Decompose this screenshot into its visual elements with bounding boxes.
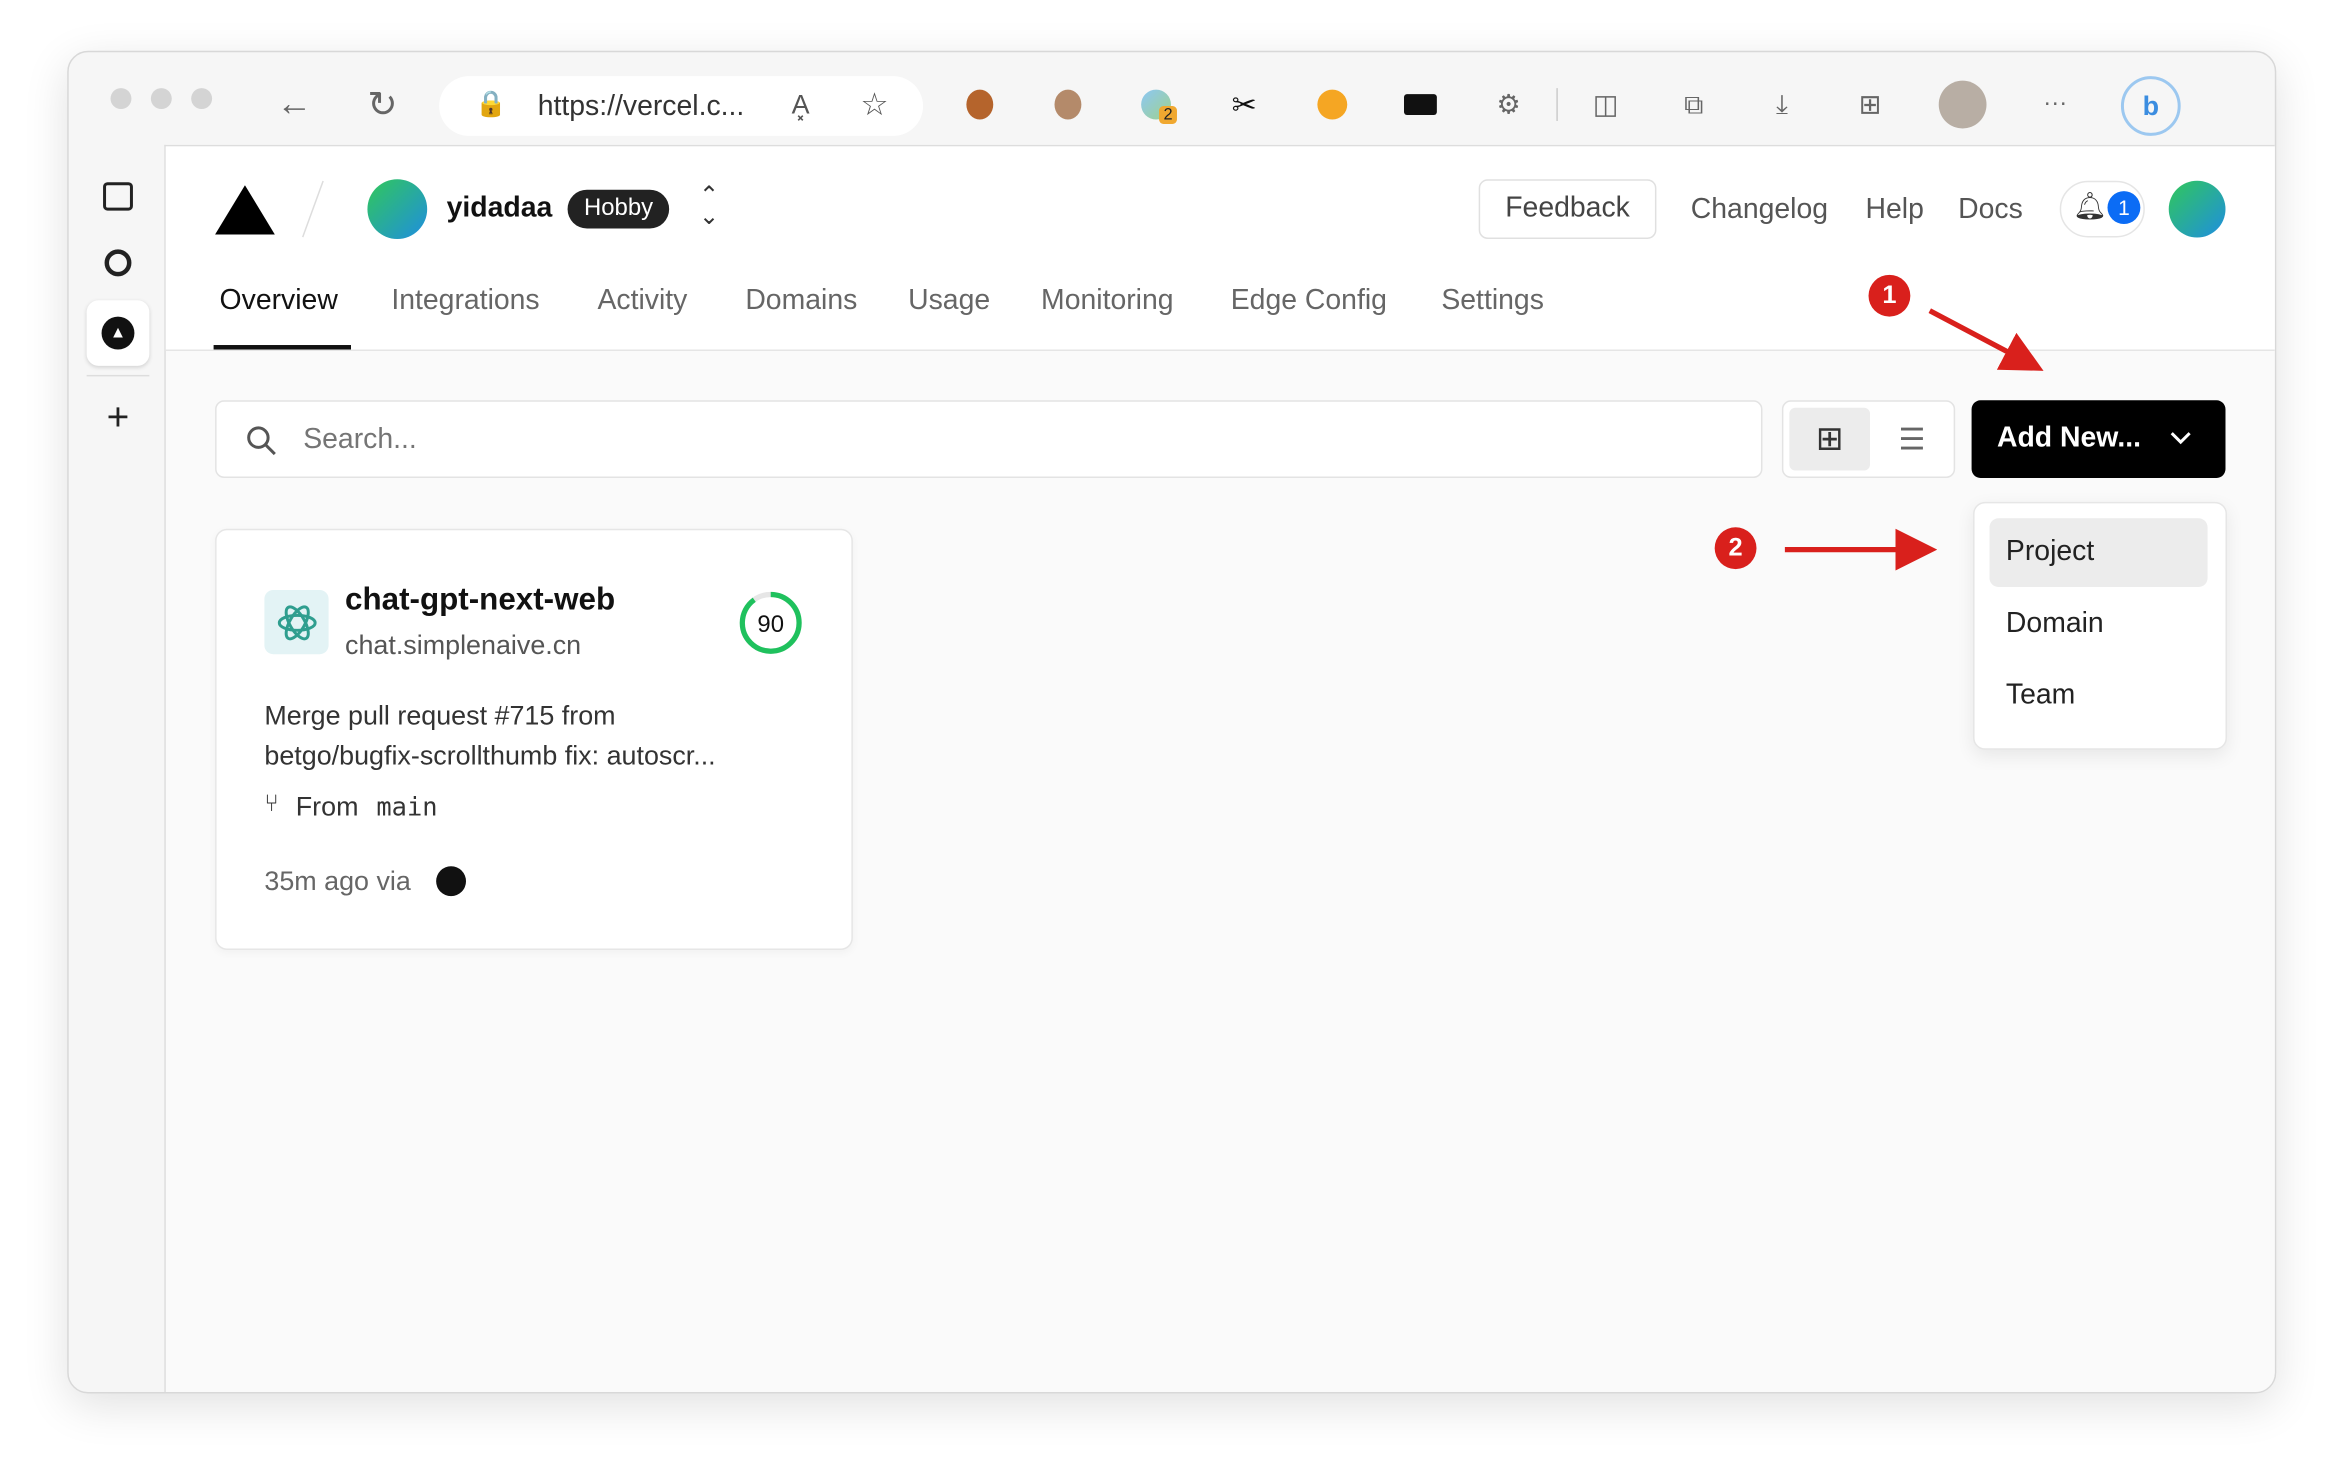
search-bar[interactable] <box>215 400 1763 478</box>
tab-domains[interactable]: Domains <box>745 285 857 318</box>
collections-icon[interactable]: ⧉ <box>1674 85 1713 124</box>
bing-copilot-icon[interactable]: b <box>2120 76 2181 136</box>
tab-integrations[interactable]: Integrations <box>391 285 539 318</box>
add-new-label: Add New... <box>1996 422 2141 455</box>
vercel-tab[interactable]: ▲ <box>86 300 150 366</box>
menu-item-project[interactable]: Project <box>1989 518 2208 587</box>
profile-avatar[interactable] <box>1938 80 1987 129</box>
project-name[interactable]: chat-gpt-next-web <box>345 583 615 619</box>
minimize-window-button[interactable] <box>150 88 172 110</box>
toolbar-divider <box>1556 88 1558 121</box>
commit-message-line1: Merge pull request #715 from <box>264 700 616 731</box>
project-domain[interactable]: chat.simplenaive.cn <box>345 630 581 661</box>
back-icon[interactable]: ← <box>275 84 314 124</box>
active-tab-underline <box>213 345 352 350</box>
url-text: https://vercel.c... <box>537 91 745 123</box>
git-branch-icon: ⑂ <box>264 791 279 818</box>
feedback-button[interactable]: Feedback <box>1478 179 1657 239</box>
extension-globe-icon[interactable]: 2 <box>1137 85 1178 124</box>
add-tab-icon[interactable]: + <box>99 394 138 439</box>
tab-settings[interactable]: Settings <box>1441 285 1544 318</box>
view-toggle: ⊞ ☰ <box>1781 400 1956 478</box>
tab-edge-config[interactable]: Edge Config <box>1231 285 1387 318</box>
from-label: From <box>295 791 359 822</box>
markdown-icon[interactable] <box>1401 85 1440 124</box>
plan-badge: Hobby <box>567 189 670 229</box>
extension-face-icon[interactable] <box>1049 85 1088 124</box>
read-aloud-icon[interactable]: A͓ <box>792 90 810 121</box>
vercel-logo-icon[interactable] <box>214 182 277 236</box>
tab-overview[interactable]: Overview <box>220 285 338 318</box>
extension-k-icon[interactable] <box>1313 85 1352 124</box>
commit-message-line2: betgo/bugfix-scrollthumb fix: autoscr... <box>264 740 716 771</box>
browser-window: ← ↻ 🔒 https://vercel.c... A͓ ☆ 2 ✂ ⚙ ◫ ⧉… <box>67 50 2277 1394</box>
score-value: 90 <box>757 611 784 638</box>
download-icon[interactable]: ⤓ <box>1762 85 1801 124</box>
sidebar-toggle-icon[interactable] <box>99 176 138 215</box>
grid-view-icon[interactable]: ⊞ <box>1789 407 1871 471</box>
add-new-menu: Project Domain Team <box>1973 501 2227 750</box>
lock-icon: 🔒 <box>474 89 507 118</box>
scissors-icon[interactable]: ✂ <box>1225 85 1264 124</box>
menu-item-team[interactable]: Team <box>1990 662 2208 731</box>
page-content: yidadaa Hobby ⌃ ⌄ Feedback Changelog Help… <box>164 144 2275 1393</box>
add-new-button[interactable]: Add New... <box>1971 400 2226 478</box>
tab-activity[interactable]: Activity <box>597 285 687 318</box>
openai-logo-icon <box>264 589 329 655</box>
performance-score-ring[interactable]: 90 <box>738 590 804 656</box>
top-header: yidadaa Hobby ⌃ ⌄ Feedback Changelog Help… <box>165 146 2275 352</box>
screenshot-stage: ← ↻ 🔒 https://vercel.c... A͓ ☆ 2 ✂ ⚙ ◫ ⧉… <box>0 0 2342 1476</box>
extension-badge: 2 <box>1159 106 1178 124</box>
reload-icon[interactable]: ↻ <box>363 84 402 124</box>
menu-item-domain[interactable]: Domain <box>1990 590 2208 659</box>
deploy-time: 35m ago via <box>264 866 411 897</box>
docs-link[interactable]: Docs <box>1958 194 2023 227</box>
bell-icon: 🔔︎ <box>2073 191 2108 222</box>
project-card[interactable]: chat-gpt-next-web chat.simplenaive.cn 90… <box>215 528 853 950</box>
chevron-down-icon <box>2170 432 2191 445</box>
account-name[interactable]: yidadaa <box>447 193 553 226</box>
help-link[interactable]: Help <box>1866 194 1924 227</box>
branch-name[interactable]: main <box>376 793 437 823</box>
user-avatar[interactable] <box>2168 180 2226 238</box>
maximize-window-button[interactable] <box>191 88 213 110</box>
favorite-star-icon[interactable]: ☆ <box>860 87 888 124</box>
search-input[interactable] <box>300 419 1651 462</box>
github-tab-icon[interactable] <box>99 243 138 282</box>
search-icon <box>247 426 276 456</box>
vercel-tab-icon: ▲ <box>101 316 135 350</box>
extension-monkey-icon[interactable] <box>960 85 999 124</box>
tab-usage[interactable]: Usage <box>908 285 990 318</box>
notifications-button[interactable]: 🔔︎ 1 <box>2059 180 2145 238</box>
annotation-step-1: 1 <box>1868 274 1911 317</box>
tab-monitoring[interactable]: Monitoring <box>1041 285 1174 318</box>
breadcrumb-slash <box>301 180 324 238</box>
notification-count: 1 <box>2107 191 2141 225</box>
extensions-puzzle-icon[interactable]: ⚙ <box>1489 85 1528 124</box>
account-switcher-chevron-icon[interactable]: ⌃ ⌄ <box>699 184 719 229</box>
apps-icon[interactable]: ⊞ <box>1851 85 1890 124</box>
list-view-icon[interactable]: ☰ <box>1873 408 1951 471</box>
address-bar[interactable]: 🔒 https://vercel.c... A͓ ☆ <box>439 76 924 136</box>
team-avatar[interactable] <box>367 179 428 239</box>
changelog-link[interactable]: Changelog <box>1691 194 1828 227</box>
github-icon[interactable] <box>436 866 467 897</box>
sidebar-divider <box>86 374 150 377</box>
close-window-button[interactable] <box>110 88 132 110</box>
more-menu-icon[interactable]: ··· <box>2036 85 2075 124</box>
annotation-step-2: 2 <box>1714 527 1757 570</box>
split-screen-icon[interactable]: ◫ <box>1586 85 1625 124</box>
